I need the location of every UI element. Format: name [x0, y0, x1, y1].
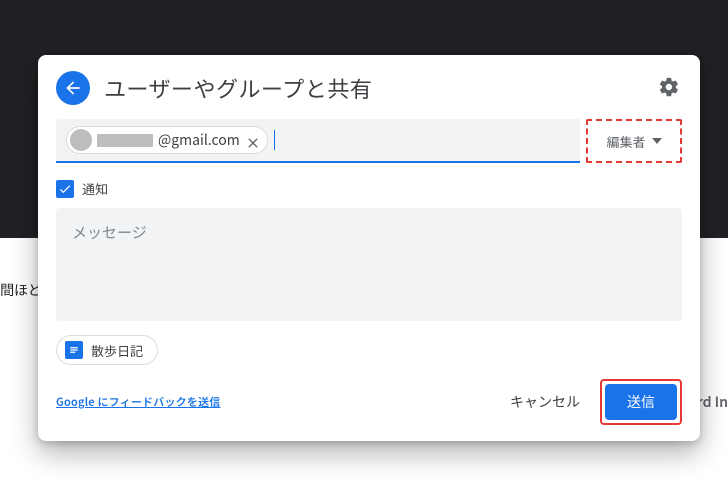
check-icon — [58, 182, 72, 196]
dialog-title: ユーザーやグループと共有 — [104, 72, 658, 104]
dialog-footer: Google にフィードバックを送信 キャンセル 送信 — [56, 379, 682, 425]
close-icon — [245, 135, 261, 151]
notify-checkbox[interactable] — [56, 180, 74, 198]
arrow-left-icon — [63, 78, 83, 98]
gear-icon — [658, 76, 680, 98]
avatar — [70, 129, 92, 151]
settings-button[interactable] — [658, 76, 682, 100]
notify-row: 通知 — [56, 179, 682, 198]
text-caret — [274, 130, 275, 150]
recipient-input[interactable]: @gmail.com — [56, 119, 580, 163]
message-placeholder: メッセージ — [72, 222, 666, 243]
attachment-row: 散歩日記 — [56, 335, 682, 365]
remove-recipient-button[interactable] — [245, 132, 261, 148]
role-dropdown[interactable]: 編集者 — [586, 119, 682, 163]
back-button[interactable] — [56, 71, 90, 105]
attachment-chip[interactable]: 散歩日記 — [56, 335, 158, 365]
redacted-name — [97, 134, 153, 147]
attachment-name: 散歩日記 — [91, 341, 143, 360]
recipient-row: @gmail.com 編集者 — [56, 119, 682, 163]
send-button-highlight: 送信 — [600, 379, 682, 425]
share-dialog: ユーザーやグループと共有 @gmail.com 編集者 通知 — [38, 55, 700, 441]
docs-icon — [65, 341, 83, 359]
recipient-email-suffix: @gmail.com — [158, 130, 240, 150]
dialog-header: ユーザーやグループと共有 — [38, 55, 700, 115]
feedback-link[interactable]: Google にフィードバックを送信 — [56, 394, 220, 410]
chevron-down-icon — [652, 136, 662, 146]
role-label: 編集者 — [606, 132, 645, 151]
recipient-chip[interactable]: @gmail.com — [66, 126, 268, 154]
notify-label: 通知 — [82, 179, 108, 198]
message-textarea[interactable]: メッセージ — [56, 208, 682, 321]
cancel-button[interactable]: キャンセル — [496, 384, 594, 420]
send-button[interactable]: 送信 — [605, 384, 677, 420]
